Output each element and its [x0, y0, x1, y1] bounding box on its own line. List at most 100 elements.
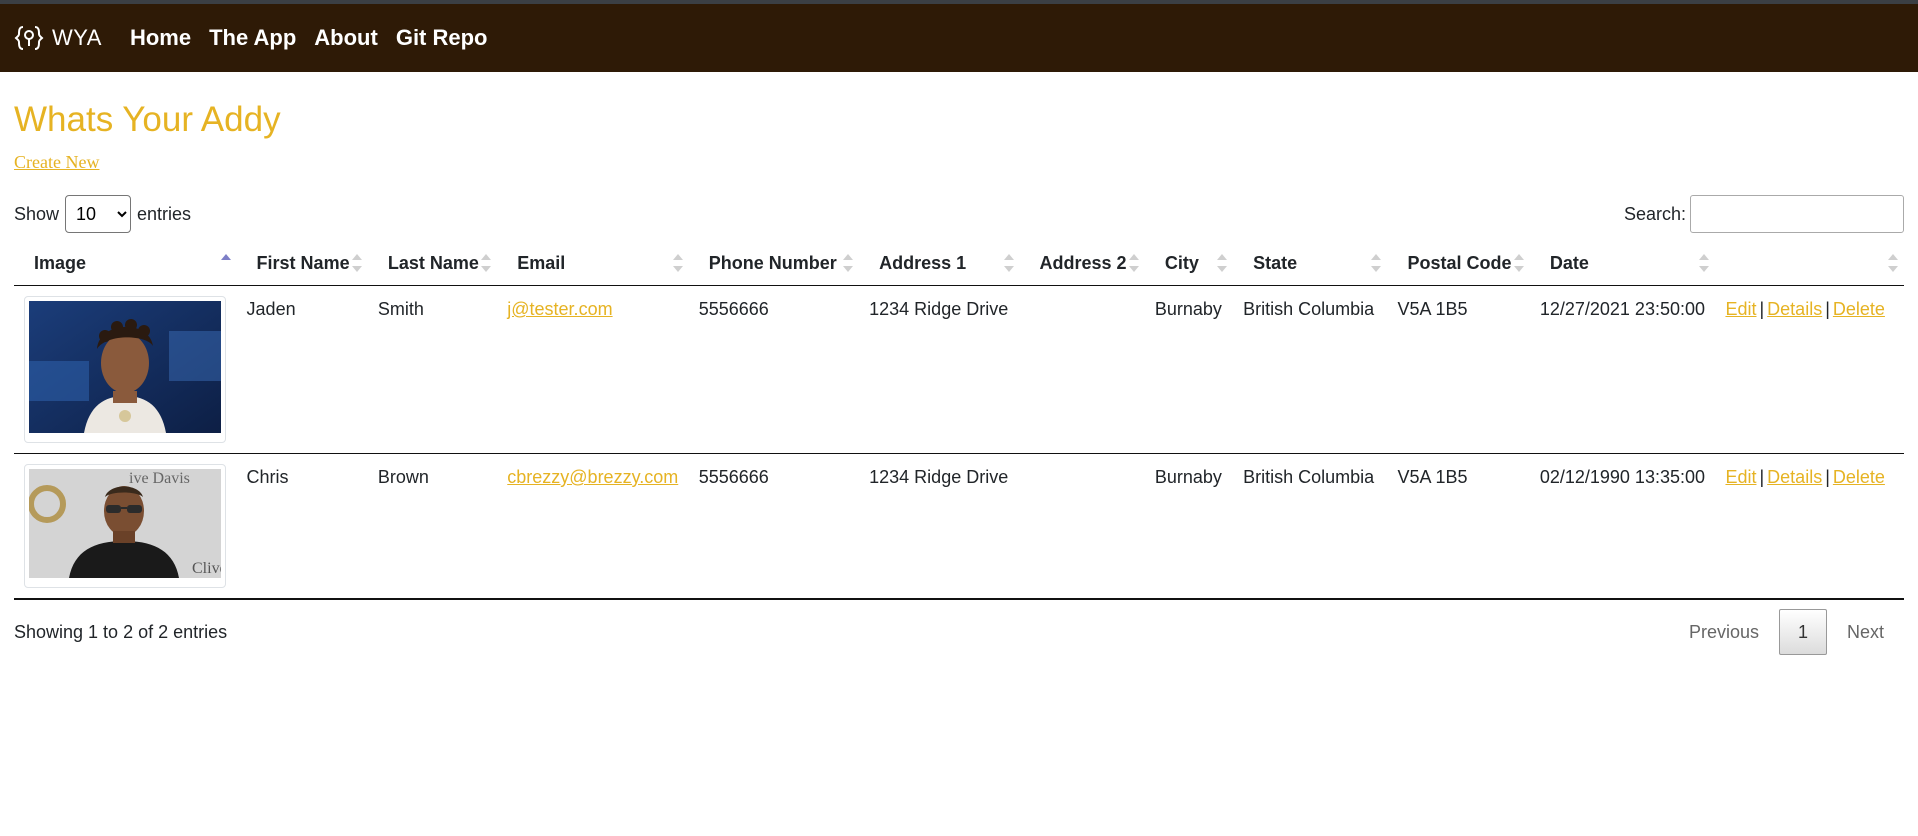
nav-about[interactable]: About — [314, 25, 378, 51]
email-cell: j@tester.com — [497, 285, 689, 454]
col-image-label: Image — [34, 252, 87, 273]
search-control: Search: — [1624, 195, 1904, 233]
col-first-name[interactable]: First Name — [236, 241, 368, 286]
main-content: Whats Your Addy Create New Show 10 entri… — [0, 98, 1918, 656]
edit-link[interactable]: Edit — [1725, 299, 1756, 319]
sort-icon — [1217, 254, 1228, 272]
postal-cell: V5A 1B5 — [1387, 453, 1530, 600]
pagination: Previous 1 Next — [1669, 609, 1904, 655]
col-phone[interactable]: Phone Number — [688, 241, 860, 286]
col-state[interactable]: State — [1233, 241, 1388, 286]
col-date[interactable]: Date — [1529, 241, 1716, 286]
address2-cell — [1019, 285, 1145, 454]
table-controls: Show 10 entries Search: — [14, 193, 1904, 235]
phone-cell: 5556666 — [688, 285, 860, 454]
sort-icon — [1888, 254, 1898, 272]
col-address2[interactable]: Address 2 — [1019, 241, 1145, 286]
separator: | — [1825, 299, 1830, 319]
col-address1[interactable]: Address 1 — [859, 241, 1020, 286]
previous-button[interactable]: Previous — [1669, 622, 1779, 643]
separator: | — [1759, 299, 1765, 319]
contact-photo — [29, 301, 221, 433]
brand-logo-icon — [14, 26, 44, 50]
col-actions[interactable] — [1715, 241, 1904, 286]
sort-icon — [1003, 254, 1014, 272]
address2-cell — [1019, 453, 1145, 600]
col-address1-label: Address 1 — [879, 252, 967, 273]
delete-link[interactable]: Delete — [1833, 299, 1885, 319]
page-button-current[interactable]: 1 — [1778, 609, 1827, 655]
date-cell: 12/27/2021 23:50:00 — [1529, 285, 1716, 454]
sort-icon — [1699, 254, 1710, 272]
table-footer: Showing 1 to 2 of 2 entries Previous 1 N… — [14, 608, 1904, 656]
email-link[interactable]: cbrezzy@brezzy.com — [507, 467, 678, 487]
last-name-cell: Brown — [367, 453, 498, 600]
image-cell — [14, 285, 237, 454]
actions-cell: Edit | Details | Delete — [1715, 453, 1904, 600]
navbar: WYA Home The App About Git Repo — [0, 4, 1918, 72]
address1-cell: 1234 Ridge Drive — [859, 453, 1020, 600]
entries-info: Showing 1 to 2 of 2 entries — [14, 621, 228, 642]
search-label: Search: — [1623, 203, 1686, 224]
col-postal[interactable]: Postal Code — [1387, 241, 1530, 286]
edit-link[interactable]: Edit — [1725, 467, 1756, 487]
email-cell: cbrezzy@brezzy.com — [497, 453, 689, 600]
sort-icon — [481, 254, 492, 272]
col-state-label: State — [1253, 252, 1298, 273]
col-postal-label: Postal Code — [1407, 252, 1512, 273]
first-name-cell: Chris — [236, 453, 368, 600]
state-cell: British Columbia — [1233, 285, 1388, 454]
col-last-name[interactable]: Last Name — [367, 241, 498, 286]
postal-cell: V5A 1B5 — [1387, 285, 1530, 454]
address1-cell: 1234 Ridge Drive — [859, 285, 1020, 454]
details-link[interactable]: Details — [1767, 299, 1822, 319]
phone-cell: 5556666 — [688, 453, 860, 600]
next-button[interactable]: Next — [1827, 622, 1904, 643]
city-cell: Burnaby — [1144, 453, 1234, 600]
col-image[interactable]: Image — [14, 241, 237, 286]
actions-cell: Edit | Details | Delete — [1715, 285, 1904, 454]
page-length-control: Show 10 entries — [14, 195, 191, 233]
contact-photo-frame: ive Davis Clive — [24, 464, 227, 588]
table-row: Jaden Smith j@tester.com 5556666 1234 Ri… — [14, 285, 1904, 454]
col-address2-label: Address 2 — [1039, 252, 1127, 273]
col-email[interactable]: Email — [497, 241, 689, 286]
sort-asc-icon — [220, 254, 231, 272]
table-row: ive Davis Clive Chris Brown — [14, 453, 1904, 600]
nav-home[interactable]: Home — [130, 25, 191, 51]
separator: | — [1825, 467, 1830, 487]
delete-link[interactable]: Delete — [1833, 467, 1885, 487]
first-name-cell: Jaden — [236, 285, 368, 454]
nav-git-repo[interactable]: Git Repo — [396, 25, 488, 51]
page-length-select[interactable]: 10 — [65, 195, 132, 233]
sort-icon — [1128, 254, 1139, 272]
sort-icon — [672, 254, 683, 272]
separator: | — [1759, 467, 1765, 487]
contacts-table: Image First Name Last Name Email Phone N… — [14, 241, 1904, 600]
table-header-row: Image First Name Last Name Email Phone N… — [14, 241, 1904, 286]
col-city[interactable]: City — [1144, 241, 1234, 286]
nav-the-app[interactable]: The App — [209, 25, 296, 51]
state-cell: British Columbia — [1233, 453, 1388, 600]
brand-name: WYA — [52, 25, 102, 50]
details-link[interactable]: Details — [1767, 467, 1822, 487]
sort-icon — [1371, 254, 1382, 272]
create-new-link[interactable]: Create New — [14, 152, 99, 173]
last-name-cell: Smith — [367, 285, 498, 454]
city-cell: Burnaby — [1144, 285, 1234, 454]
email-link[interactable]: j@tester.com — [507, 299, 612, 319]
sort-icon — [1513, 254, 1524, 272]
search-input[interactable] — [1690, 195, 1904, 233]
contact-photo: ive Davis Clive — [28, 469, 227, 578]
col-date-label: Date — [1549, 252, 1589, 273]
photo-backdrop-text: ive Davis — [129, 470, 190, 487]
date-cell: 02/12/1990 13:35:00 — [1529, 453, 1716, 600]
col-email-label: Email — [517, 252, 566, 273]
col-phone-label: Phone Number — [708, 252, 837, 273]
sort-icon — [351, 254, 362, 272]
photo-corner-text: Clive — [192, 560, 221, 577]
col-city-label: City — [1164, 252, 1199, 273]
brand[interactable]: WYA — [14, 23, 102, 53]
col-last-name-label: Last Name — [387, 252, 479, 273]
show-label: Show — [14, 203, 60, 224]
